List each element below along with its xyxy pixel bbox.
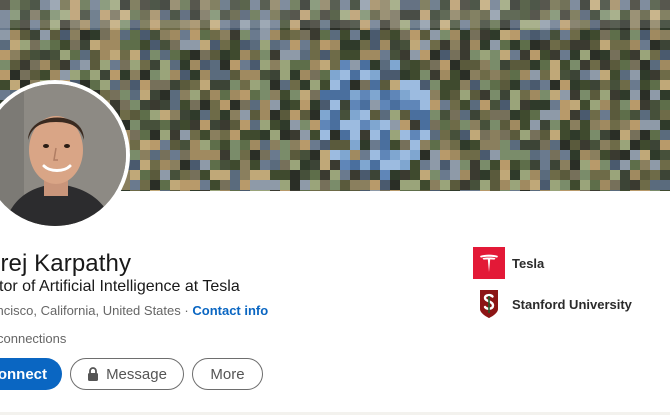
- experience-label-tesla: Tesla: [512, 255, 545, 271]
- contact-info-link[interactable]: Contact info: [192, 303, 268, 318]
- profile-location-line: Francisco, California, United States · C…: [0, 303, 268, 318]
- lock-icon: [87, 367, 99, 381]
- connect-button-label: onnect: [0, 365, 47, 383]
- profile-name: drej Karpathy: [0, 250, 132, 277]
- experience-label-stanford: Stanford University: [512, 296, 632, 312]
- experience-item-stanford[interactable]: Stanford University: [473, 288, 632, 320]
- separator-dot: ·: [184, 303, 189, 318]
- more-button[interactable]: More: [192, 358, 263, 390]
- message-button-label: Message: [106, 365, 167, 383]
- message-button[interactable]: Message: [70, 358, 184, 390]
- connect-button[interactable]: onnect: [0, 358, 62, 390]
- tesla-logo-icon: [473, 247, 505, 279]
- location-text: Francisco, California, United States: [0, 303, 181, 318]
- stanford-logo-icon: [473, 288, 505, 320]
- more-button-label: More: [210, 365, 245, 383]
- experience-item-tesla[interactable]: Tesla: [473, 247, 544, 279]
- profile-headline: ctor of Artificial Intelligence at Tesla: [0, 278, 240, 295]
- connections-count[interactable]: connections: [0, 331, 66, 346]
